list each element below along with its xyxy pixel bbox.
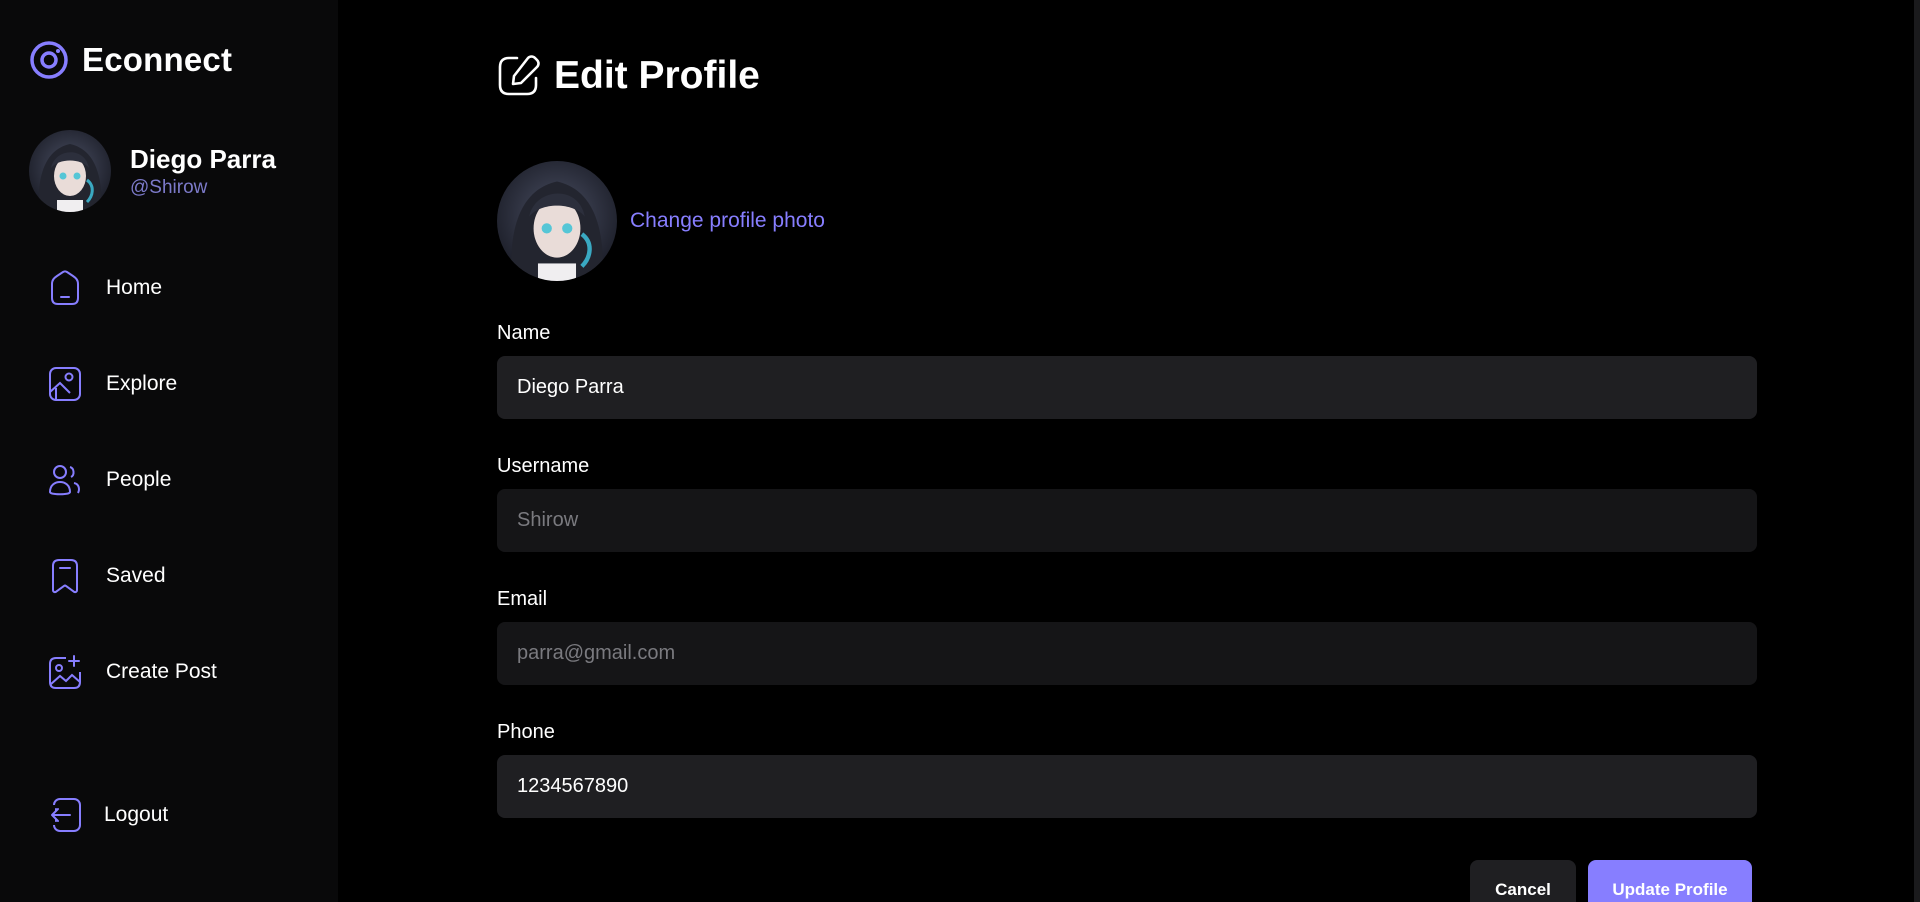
logout-label: Logout — [104, 803, 169, 826]
name-field-group: Name Diego Parra — [497, 322, 1757, 419]
people-icon — [48, 461, 82, 499]
name-label: Name — [497, 322, 551, 344]
sidebar-item-explore[interactable]: Explore — [30, 356, 320, 412]
username-field-group: Username Shirow — [497, 455, 1757, 552]
sidebar-item-label: Home — [106, 276, 163, 299]
image-add-icon — [48, 653, 82, 691]
phone-label: Phone — [497, 721, 555, 743]
brand[interactable]: Econnect — [29, 40, 232, 80]
phone-field-group: Phone 1234567890 — [497, 721, 1757, 818]
email-field-group: Email parra@gmail.com — [497, 588, 1757, 685]
sidebar-item-label: Saved — [106, 564, 166, 587]
email-input[interactable]: parra@gmail.com — [497, 622, 1757, 685]
sidebar: Econnect Diego Parra @Shirow Home Explor… — [0, 0, 338, 902]
page-title: Edit Profile — [554, 54, 760, 97]
sidebar-item-label: Explore — [106, 372, 178, 395]
sidebar-item-label: People — [106, 468, 172, 491]
logout-button[interactable]: Logout — [48, 796, 168, 834]
sidebar-item-create-post[interactable]: Create Post — [30, 644, 320, 700]
brand-name: Econnect — [82, 41, 233, 78]
cancel-button[interactable]: Cancel — [1470, 860, 1576, 902]
username-label: Username — [497, 455, 590, 477]
home-icon — [48, 269, 82, 307]
change-profile-photo-link[interactable]: Change profile photo — [630, 209, 825, 233]
name-input[interactable]: Diego Parra — [497, 356, 1757, 419]
sidebar-nav: Home Explore People Saved Create Post — [30, 260, 320, 740]
sidebar-item-home[interactable]: Home — [30, 260, 320, 316]
update-profile-button[interactable]: Update Profile — [1588, 860, 1752, 902]
email-label: Email — [497, 588, 548, 610]
sidebar-item-people[interactable]: People — [30, 452, 320, 508]
avatar — [29, 130, 111, 212]
main-content: Edit Profile Change profile photo Name D… — [497, 0, 1757, 902]
sidebar-item-saved[interactable]: Saved — [30, 548, 320, 604]
username-input[interactable]: Shirow — [497, 489, 1757, 552]
bookmark-icon — [48, 557, 82, 595]
logo-icon — [30, 41, 68, 79]
edit-icon — [498, 55, 540, 96]
profile-photo[interactable] — [497, 161, 617, 281]
sidebar-item-label: Create Post — [106, 660, 217, 683]
page-header: Edit Profile — [497, 54, 760, 98]
phone-input[interactable]: 1234567890 — [497, 755, 1757, 818]
gallery-icon — [48, 365, 82, 403]
profile-summary[interactable]: Diego Parra @Shirow — [29, 130, 276, 212]
scrollbar[interactable] — [1914, 0, 1920, 902]
profile-handle: @Shirow — [130, 176, 208, 198]
profile-photo-section: Change profile photo — [497, 161, 825, 281]
logout-icon — [48, 796, 82, 834]
profile-name: Diego Parra — [130, 143, 276, 174]
